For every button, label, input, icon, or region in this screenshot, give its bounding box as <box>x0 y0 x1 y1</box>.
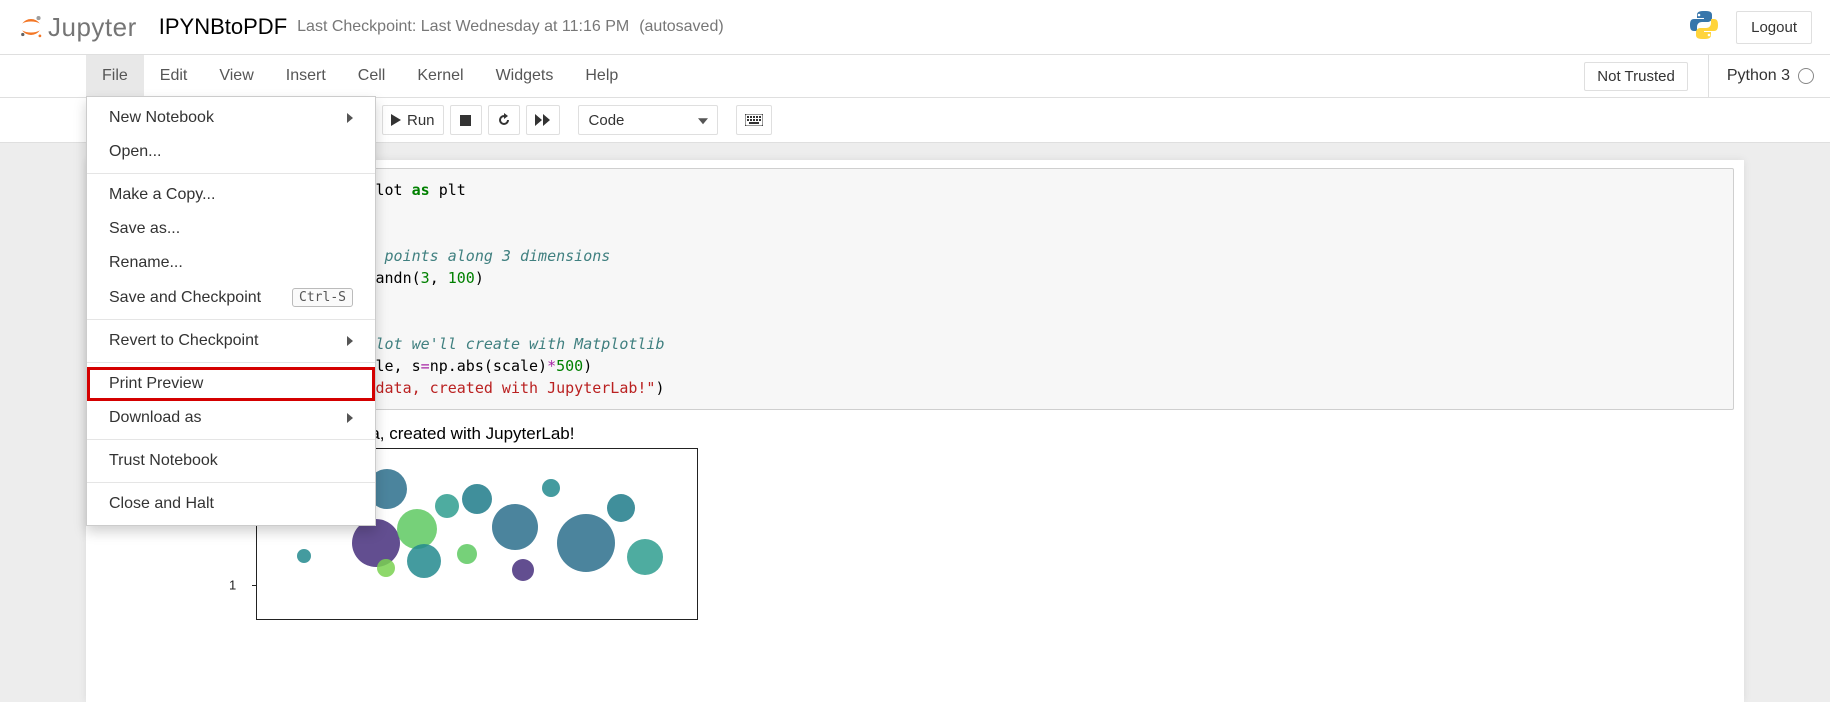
file-menu-make-copy[interactable]: Make a Copy... <box>87 178 375 212</box>
menu-separator <box>87 173 375 174</box>
kernel-idle-icon <box>1798 68 1814 84</box>
file-menu-print-preview[interactable]: Print Preview <box>87 367 375 401</box>
logout-button[interactable]: Logout <box>1736 11 1812 44</box>
chart-title: me random data, created with JupyterLab! <box>256 424 1734 444</box>
notebook-header: Jupyter IPYNBtoPDF Last Checkpoint: Last… <box>0 0 1830 55</box>
not-trusted-button[interactable]: Not Trusted <box>1584 62 1688 91</box>
jupyter-logo-text: Jupyter <box>48 12 137 43</box>
file-menu-revert[interactable]: Revert to Checkpoint <box>87 324 375 358</box>
file-menu-new-notebook[interactable]: New Notebook <box>87 101 375 135</box>
menu-edit[interactable]: Edit <box>144 55 204 97</box>
kernel-indicator[interactable]: Python 3 <box>1708 55 1814 97</box>
jupyter-logo-icon <box>18 14 44 40</box>
shortcut-label: Ctrl-S <box>292 288 353 307</box>
run-label: Run <box>407 112 435 129</box>
stop-icon <box>460 115 471 126</box>
menu-view[interactable]: View <box>203 55 269 97</box>
kernel-name-text: Python 3 <box>1727 67 1790 85</box>
menu-help[interactable]: Help <box>569 55 634 97</box>
chevron-right-icon <box>347 336 353 346</box>
fast-forward-icon <box>535 114 551 126</box>
interrupt-button[interactable] <box>450 105 482 135</box>
python-logo-icon <box>1688 9 1720 46</box>
jupyter-logo[interactable]: Jupyter <box>18 12 137 43</box>
chevron-right-icon <box>347 113 353 123</box>
file-menu-open[interactable]: Open... <box>87 135 375 169</box>
menubar: File Edit View Insert Cell Kernel Widget… <box>0 55 1830 98</box>
menu-kernel[interactable]: Kernel <box>401 55 479 97</box>
file-menu-dropdown: New Notebook Open... Make a Copy... Save… <box>86 96 376 526</box>
file-menu-rename[interactable]: Rename... <box>87 246 375 280</box>
file-menu-save-checkpoint[interactable]: Save and CheckpointCtrl-S <box>87 280 375 315</box>
autosave-status: (autosaved) <box>639 18 724 36</box>
menu-separator <box>87 319 375 320</box>
code-editor[interactable]: otlib import pyplot as plt npy as np 100… <box>216 168 1734 410</box>
menu-cell[interactable]: Cell <box>342 55 402 97</box>
file-menu-trust[interactable]: Trust Notebook <box>87 444 375 478</box>
y-tick-label: 1 <box>229 578 236 593</box>
menu-separator <box>87 362 375 363</box>
file-menu-download-as[interactable]: Download as <box>87 401 375 435</box>
chevron-right-icon <box>347 413 353 423</box>
command-palette-button[interactable] <box>736 105 772 135</box>
keyboard-icon <box>745 114 763 126</box>
menu-insert[interactable]: Insert <box>270 55 342 97</box>
restart-icon <box>497 113 511 127</box>
checkpoint-status: Last Checkpoint: Last Wednesday at 11:16… <box>297 18 629 36</box>
restart-run-all-button[interactable] <box>526 105 560 135</box>
menu-widgets[interactable]: Widgets <box>480 55 570 97</box>
file-menu-save-as[interactable]: Save as... <box>87 212 375 246</box>
play-icon <box>391 114 401 126</box>
menu-separator <box>87 482 375 483</box>
menu-separator <box>87 439 375 440</box>
notebook-name[interactable]: IPYNBtoPDF <box>159 14 287 40</box>
run-button[interactable]: Run <box>382 105 444 135</box>
cell-type-select[interactable]: Code <box>578 105 718 135</box>
file-menu-close-halt[interactable]: Close and Halt <box>87 487 375 521</box>
menu-file[interactable]: File <box>86 55 144 97</box>
restart-button[interactable] <box>488 105 520 135</box>
